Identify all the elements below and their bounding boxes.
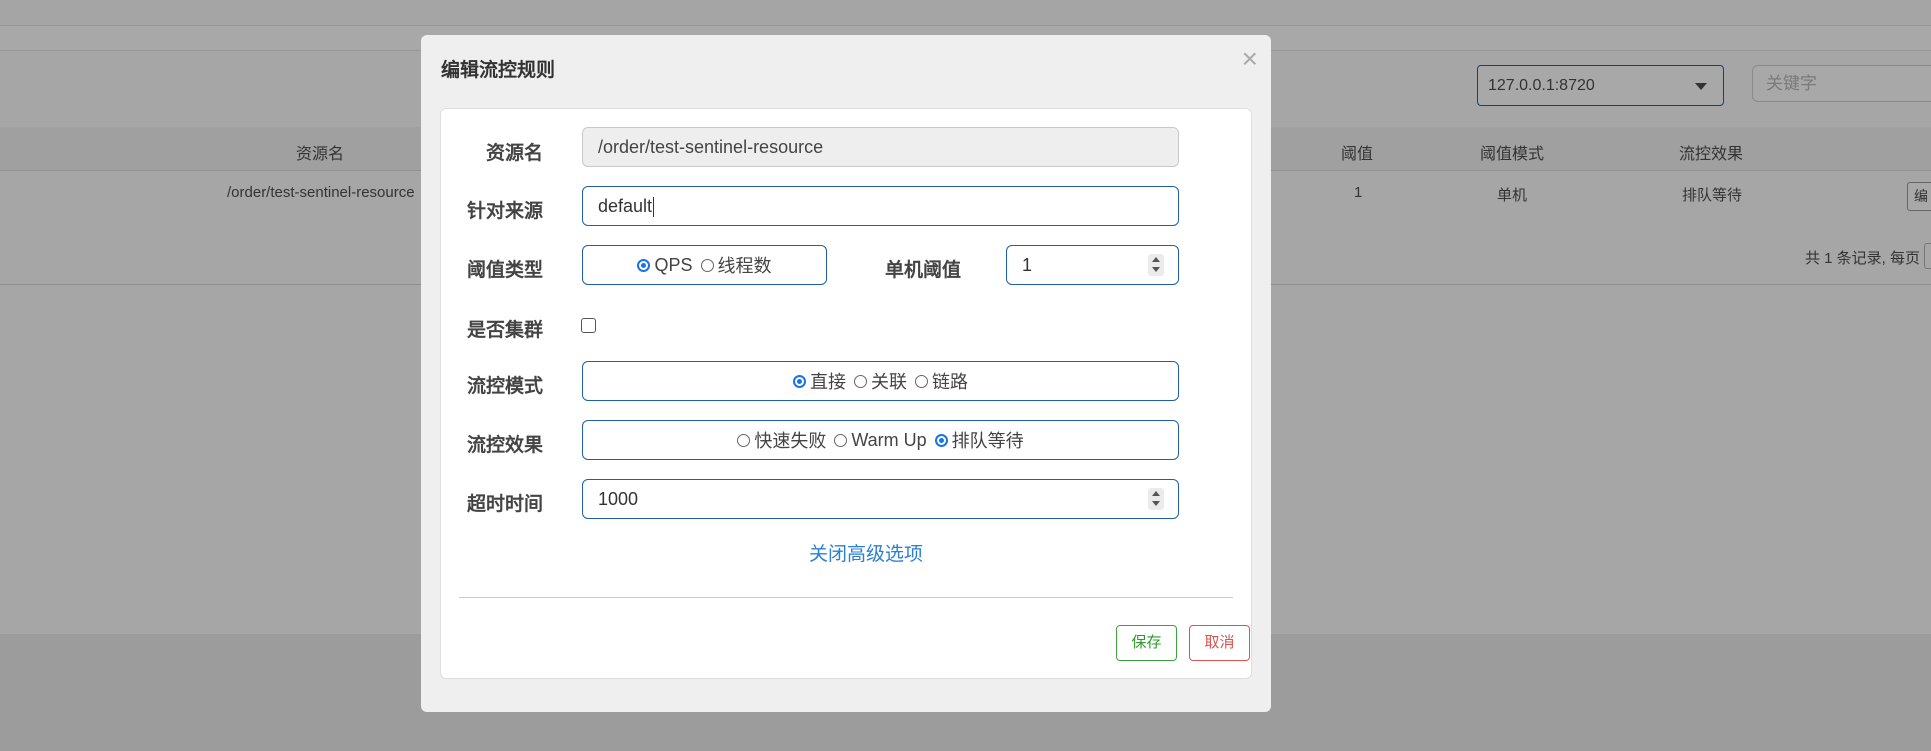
search-placeholder: 关键字 <box>1766 74 1817 93</box>
cell-effect: 排队等待 <box>1682 187 1743 204</box>
radio-unchecked-icon[interactable] <box>700 258 714 272</box>
threshold-type-thread-label: 线程数 <box>717 256 772 276</box>
pagination-info: 共 1 条记录, 每页 <box>1805 250 1921 267</box>
number-spinner[interactable] <box>1148 254 1164 276</box>
col-header-threshold-mode: 阈值模式 <box>1480 146 1545 163</box>
flow-mode-label: 流控模式 <box>467 376 544 397</box>
flow-mode-relate[interactable]: 关联 <box>854 368 907 394</box>
save-button[interactable]: 保存 <box>1116 625 1177 661</box>
chevron-down-icon <box>1695 83 1707 90</box>
cluster-checkbox[interactable] <box>581 318 596 333</box>
flow-mode-direct-label: 直接 <box>810 372 846 392</box>
radio-unchecked-icon[interactable] <box>915 374 928 388</box>
col-header-flow-effect: 流控效果 <box>1679 146 1744 163</box>
machine-select-value: 127.0.0.1:8720 <box>1488 77 1595 94</box>
cancel-button[interactable]: 取消 <box>1189 625 1250 661</box>
cell-resource: /order/test-sentinel-resource <box>227 184 415 201</box>
top-bar <box>0 0 1931 26</box>
flow-mode-relate-label: 关联 <box>871 372 907 392</box>
edit-flow-rule-dialog: 编辑流控规则 × 资源名 /order/test-sentinel-resour… <box>421 35 1271 712</box>
single-threshold-value: 1 <box>1022 255 1033 275</box>
form-panel: 资源名 /order/test-sentinel-resource 针对来源 d… <box>440 108 1252 679</box>
origin-label: 针对来源 <box>467 201 544 222</box>
flow-mode-chain[interactable]: 链路 <box>915 368 968 394</box>
flow-mode-chain-label: 链路 <box>932 372 968 392</box>
col-header-threshold: 阈值 <box>1341 146 1374 163</box>
flow-effect-warm-up-label: Warm Up <box>851 429 927 450</box>
threshold-type-thread[interactable]: 线程数 <box>700 252 772 278</box>
flow-effect-fast-fail[interactable]: 快速失败 <box>737 427 826 453</box>
search-input[interactable]: 关键字 <box>1752 65 1931 102</box>
dialog-title: 编辑流控规则 <box>441 60 556 81</box>
edit-button[interactable]: 编 <box>1907 182 1931 211</box>
page-size-select[interactable] <box>1924 243 1931 269</box>
cell-threshold: 1 <box>1354 184 1363 201</box>
single-threshold-label: 单机阈值 <box>885 260 962 281</box>
origin-input[interactable]: default <box>582 186 1179 226</box>
number-spinner[interactable] <box>1148 488 1164 510</box>
radio-checked-icon[interactable] <box>793 374 806 388</box>
threshold-type-qps-label: QPS <box>654 254 693 275</box>
flow-effect-queue[interactable]: 排队等待 <box>934 427 1024 453</box>
threshold-type-qps[interactable]: QPS <box>637 254 693 276</box>
text-cursor <box>653 197 655 218</box>
form-divider <box>459 597 1233 598</box>
flow-mode-group: 直接 关联 链路 <box>582 361 1179 401</box>
threshold-type-group: QPS 线程数 <box>582 245 827 285</box>
radio-unchecked-icon[interactable] <box>737 433 751 447</box>
close-icon[interactable]: × <box>1242 39 1258 79</box>
threshold-type-label: 阈值类型 <box>467 260 544 281</box>
cell-mode: 单机 <box>1497 187 1528 204</box>
toggle-advanced-link[interactable]: 关闭高级选项 <box>809 539 923 566</box>
flow-effect-label: 流控效果 <box>467 435 544 456</box>
flow-effect-fast-fail-label: 快速失败 <box>754 431 827 451</box>
radio-checked-icon[interactable] <box>637 258 651 272</box>
flow-effect-group: 快速失败 Warm Up 排队等待 <box>582 420 1179 460</box>
machine-select[interactable]: 127.0.0.1:8720 <box>1477 65 1724 106</box>
single-threshold-input[interactable]: 1 <box>1006 245 1179 285</box>
flow-mode-direct[interactable]: 直接 <box>793 368 846 394</box>
radio-unchecked-icon[interactable] <box>834 433 848 447</box>
resource-label: 资源名 <box>486 143 544 164</box>
timeout-label: 超时时间 <box>467 494 544 515</box>
resource-field: /order/test-sentinel-resource <box>582 127 1179 167</box>
flow-effect-warm-up[interactable]: Warm Up <box>834 429 927 451</box>
timeout-input[interactable]: 1000 <box>582 479 1179 519</box>
timeout-value: 1000 <box>598 489 639 509</box>
radio-unchecked-icon[interactable] <box>854 374 867 388</box>
flow-effect-queue-label: 排队等待 <box>951 431 1024 451</box>
cluster-label: 是否集群 <box>467 320 544 341</box>
col-header-resource: 资源名 <box>296 146 345 163</box>
resource-value: /order/test-sentinel-resource <box>598 137 824 157</box>
radio-checked-icon[interactable] <box>934 433 948 447</box>
origin-value: default <box>598 196 653 216</box>
